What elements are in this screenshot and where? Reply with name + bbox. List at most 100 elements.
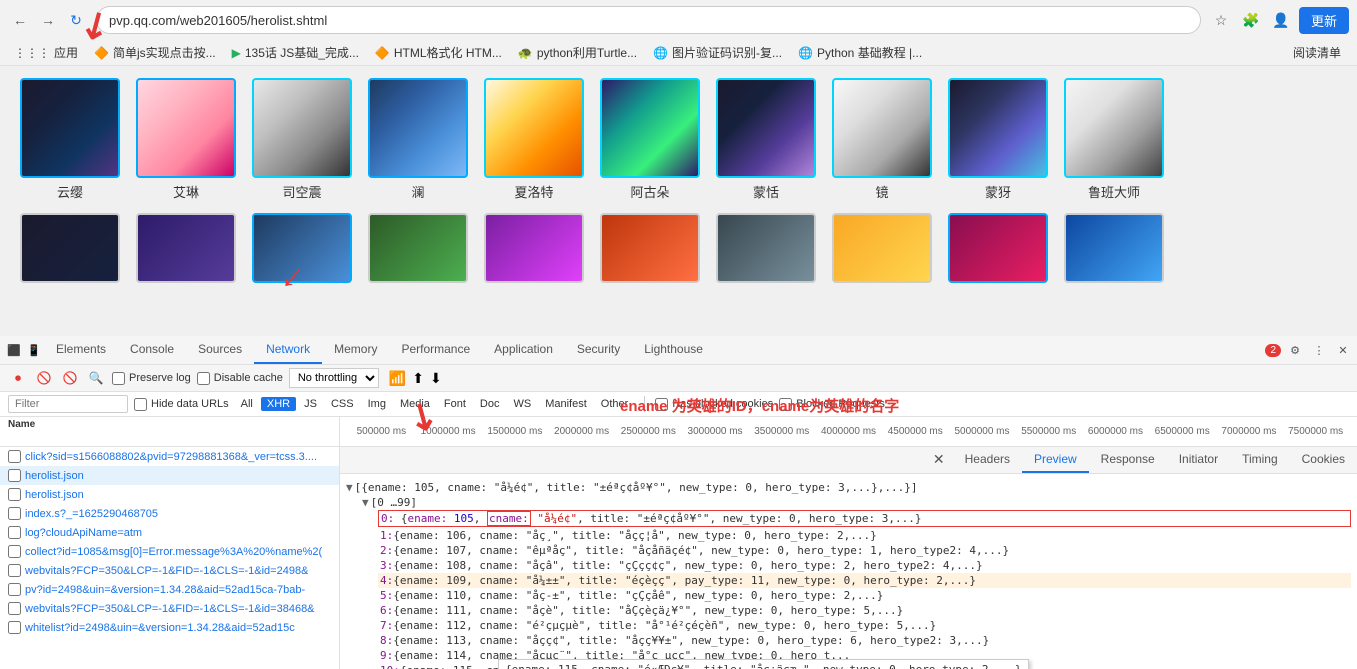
profile-button[interactable]: 👤 xyxy=(1269,8,1293,32)
hero-card-10[interactable]: 鲁班大师 xyxy=(1064,78,1164,201)
hero-card-7[interactable]: 蒙恬 xyxy=(716,78,816,201)
detail-tab-response[interactable]: Response xyxy=(1089,447,1167,473)
hero-image-r2-9[interactable] xyxy=(948,213,1048,283)
hero-card-3[interactable]: 司空震 xyxy=(252,78,352,201)
hero-card-8[interactable]: 镜 xyxy=(832,78,932,201)
hide-data-urls-label[interactable]: Hide data URLs xyxy=(134,398,229,411)
hero-image-r2-3[interactable] xyxy=(252,213,352,283)
filter-img[interactable]: Img xyxy=(362,397,392,411)
filter-media[interactable]: Media xyxy=(394,397,436,411)
detail-tab-timing[interactable]: Timing xyxy=(1230,447,1290,473)
file-checkbox-5[interactable] xyxy=(8,526,21,539)
hero-image-10[interactable] xyxy=(1064,78,1164,178)
bookmark-2[interactable]: ▶ 135话 JS基础_完成... xyxy=(226,42,365,63)
filter-button[interactable]: 🔍 xyxy=(86,368,106,388)
devtools-dots-btn[interactable]: ⋮ xyxy=(1309,340,1329,360)
detail-tab-preview[interactable]: Preview xyxy=(1022,447,1089,473)
hero-image-2[interactable] xyxy=(136,78,236,178)
bookmark-4[interactable]: 🐢 python利用Turtle... xyxy=(512,42,643,63)
bookmark-6[interactable]: 🌐 Python 基础教程 |... xyxy=(792,42,928,63)
blocked-requests-checkbox[interactable] xyxy=(779,398,792,411)
hide-data-urls-checkbox[interactable] xyxy=(134,398,147,411)
filter-xhr[interactable]: XHR xyxy=(261,397,296,411)
hero-image-r2-2[interactable] xyxy=(136,213,236,283)
hero-image-5[interactable] xyxy=(484,78,584,178)
wifi-icon[interactable]: 📶 xyxy=(389,370,406,387)
file-item-6[interactable]: collect?id=1085&msg[0]=Error.message%3A%… xyxy=(0,542,339,561)
tab-security[interactable]: Security xyxy=(565,336,632,364)
hero-image-r2-5[interactable] xyxy=(484,213,584,283)
has-blocked-checkbox[interactable] xyxy=(655,398,668,411)
throttle-select[interactable]: No throttling xyxy=(289,368,379,388)
filter-other[interactable]: Other xyxy=(595,397,635,411)
tab-elements[interactable]: Elements xyxy=(44,336,118,364)
filter-ws[interactable]: WS xyxy=(507,397,537,411)
hero-card-1[interactable]: 云缨 xyxy=(20,78,120,201)
hero-image-r2-7[interactable] xyxy=(716,213,816,283)
file-checkbox-4[interactable] xyxy=(8,507,21,520)
hero-image-r2-4[interactable] xyxy=(368,213,468,283)
tab-network[interactable]: Network xyxy=(254,336,322,364)
filter-all[interactable]: All xyxy=(235,397,259,411)
blocked-requests-label[interactable]: Blocked Requests xyxy=(779,398,885,411)
file-checkbox-7[interactable] xyxy=(8,564,21,577)
file-checkbox-8[interactable] xyxy=(8,583,21,596)
hero-image-r2-8[interactable] xyxy=(832,213,932,283)
clear-button[interactable]: 🚫 xyxy=(60,368,80,388)
preserve-log-label[interactable]: Preserve log xyxy=(112,372,191,385)
filter-css[interactable]: CSS xyxy=(325,397,360,411)
devtools-close-btn[interactable]: ✕ xyxy=(1333,340,1353,360)
upload-icon[interactable]: ⬆ xyxy=(412,370,424,387)
download-icon[interactable]: ⬇ xyxy=(430,370,442,387)
has-blocked-label[interactable]: Has blocked cookies xyxy=(655,398,773,411)
file-item-5[interactable]: log?cloudApiName=atm xyxy=(0,523,339,542)
file-item-3[interactable]: herolist.json xyxy=(0,485,339,504)
disable-cache-checkbox[interactable] xyxy=(197,372,210,385)
filter-manifest[interactable]: Manifest xyxy=(539,397,593,411)
file-checkbox-6[interactable] xyxy=(8,545,21,558)
file-item-8[interactable]: pv?id=2498&uin=&version=1.34.28&aid=52ad… xyxy=(0,580,339,599)
hero-image-9[interactable] xyxy=(948,78,1048,178)
file-checkbox-1[interactable] xyxy=(8,450,21,463)
tab-performance[interactable]: Performance xyxy=(389,336,482,364)
file-checkbox-10[interactable] xyxy=(8,621,21,634)
file-item-1[interactable]: click?sid=s1566088802&pvid=97298881368&_… xyxy=(0,447,339,466)
file-item-7[interactable]: webvitals?FCP=350&LCP=-1&FID=-1&CLS=-1&i… xyxy=(0,561,339,580)
detail-tab-headers[interactable]: Headers xyxy=(953,447,1022,473)
record-button[interactable]: ⏺ xyxy=(8,368,28,388)
hero-card-9[interactable]: 蒙犽 xyxy=(948,78,1048,201)
address-bar[interactable]: pvp.qq.com/web201605/herolist.shtml xyxy=(96,6,1201,34)
refresh-button[interactable]: ↻ xyxy=(64,8,88,32)
forward-button[interactable]: → xyxy=(36,8,60,32)
detail-tab-initiator[interactable]: Initiator xyxy=(1167,447,1230,473)
disable-cache-label[interactable]: Disable cache xyxy=(197,372,283,385)
hero-image-1[interactable] xyxy=(20,78,120,178)
hero-card-6[interactable]: 阿古朵 xyxy=(600,78,700,201)
filter-input[interactable] xyxy=(8,395,128,413)
detail-close-btn[interactable]: ✕ xyxy=(925,447,953,473)
hero-image-7[interactable] xyxy=(716,78,816,178)
tab-application[interactable]: Application xyxy=(482,336,565,364)
preserve-log-checkbox[interactable] xyxy=(112,372,125,385)
file-item-9[interactable]: webvitals?FCP=350&LCP=-1&FID=-1&CLS=-1&i… xyxy=(0,599,339,618)
update-button[interactable]: 更新 xyxy=(1299,7,1349,34)
devtools-settings-btn[interactable]: ⚙ xyxy=(1285,340,1305,360)
extension-button[interactable]: 🧩 xyxy=(1239,8,1263,32)
tab-memory[interactable]: Memory xyxy=(322,336,389,364)
bookmark-1[interactable]: 🔶 简单js实现点击按... xyxy=(88,42,222,63)
bookmark-apps[interactable]: ⋮⋮⋮ 应用 xyxy=(8,42,84,63)
filter-js[interactable]: JS xyxy=(298,397,323,411)
hero-image-3[interactable] xyxy=(252,78,352,178)
file-item-4[interactable]: index.s?_=1625290468705 xyxy=(0,504,339,523)
devtools-device-btn[interactable]: 📱 xyxy=(24,340,44,360)
hero-image-r2-1[interactable] xyxy=(20,213,120,283)
hero-card-4[interactable]: 澜 xyxy=(368,78,468,201)
file-checkbox-2[interactable] xyxy=(8,469,21,482)
file-checkbox-9[interactable] xyxy=(8,602,21,615)
star-button[interactable]: ☆ xyxy=(1209,8,1233,32)
hero-image-4[interactable] xyxy=(368,78,468,178)
tab-lighthouse[interactable]: Lighthouse xyxy=(632,336,715,364)
tab-console[interactable]: Console xyxy=(118,336,186,364)
hero-image-6[interactable] xyxy=(600,78,700,178)
hero-card-5[interactable]: 夏洛特 xyxy=(484,78,584,201)
